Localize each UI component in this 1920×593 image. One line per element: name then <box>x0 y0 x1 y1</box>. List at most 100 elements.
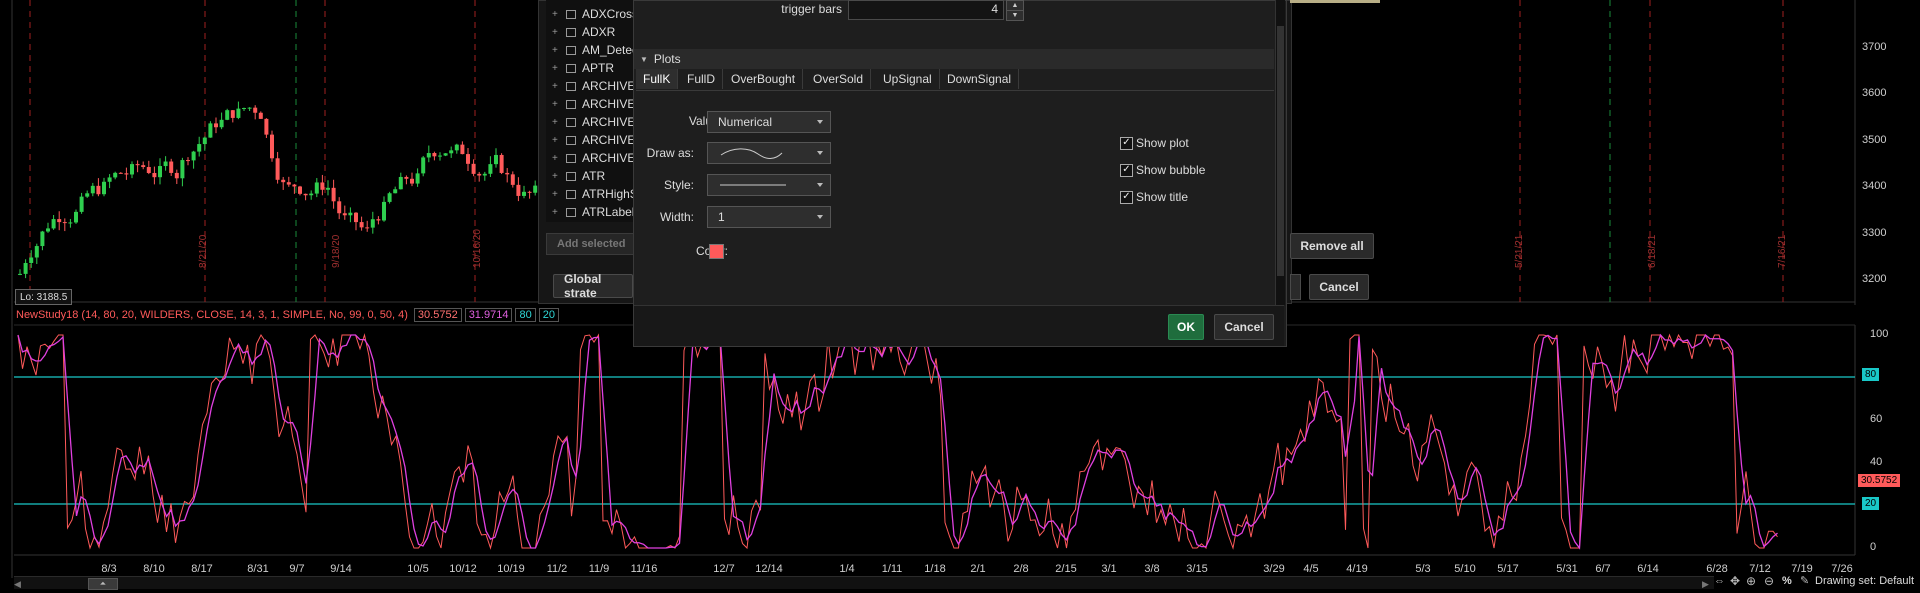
tab-overbought[interactable]: OverBought <box>724 69 804 89</box>
study-date-label: 1/4 <box>839 563 855 575</box>
values-select[interactable]: Numerical <box>707 111 831 133</box>
candle-body <box>499 154 504 173</box>
style-select[interactable] <box>707 174 831 196</box>
strategy-list-item[interactable]: + ADXR <box>552 23 615 41</box>
strategy-list-item[interactable]: + ARCHIVE_ <box>552 149 642 167</box>
study-date-label: 9/7 <box>289 563 305 575</box>
chevron-down-icon <box>817 151 823 155</box>
expand-plus-icon[interactable]: + <box>552 63 562 74</box>
add-selected-button[interactable]: Add selected <box>546 233 634 255</box>
candle-body <box>197 144 202 152</box>
show-title-label: Show title <box>1136 190 1189 204</box>
show-bubble-row[interactable]: ✓ Show bubble <box>1120 163 1205 177</box>
expand-plus-icon[interactable]: + <box>552 171 562 182</box>
bottom-scrollbar[interactable]: ◀ ⏶ ▶ <box>14 576 1714 590</box>
tab-upsignal[interactable]: UpSignal <box>876 69 940 89</box>
candle-body <box>29 257 34 263</box>
candle-body <box>326 187 330 190</box>
candle-body <box>68 222 73 224</box>
cancel-button[interactable]: Cancel <box>1214 314 1274 340</box>
strategies-cancel-button[interactable]: Cancel <box>1309 274 1369 300</box>
candle-body <box>242 108 246 110</box>
strategy-list-item[interactable]: + ARCHIVE_ <box>552 113 642 131</box>
partial-button[interactable] <box>1290 274 1301 300</box>
study-header[interactable]: NewStudy18 (14, 80, 20, WILDERS, CLOSE, … <box>16 307 559 323</box>
tab-fullk[interactable]: FullK <box>636 69 679 89</box>
tab-oversold[interactable]: OverSold <box>806 69 872 89</box>
candle-body <box>527 191 532 193</box>
candle-body <box>169 161 174 173</box>
draw-as-select[interactable] <box>707 142 831 164</box>
expand-plus-icon[interactable]: + <box>552 207 562 218</box>
expand-plus-icon[interactable]: + <box>552 153 562 164</box>
collapse-chevron-icon[interactable]: ▼ <box>640 55 648 64</box>
date-marker-label: 10/16/20 <box>472 229 483 268</box>
drawing-set-label[interactable]: Drawing set: Default <box>1815 575 1914 587</box>
stepper-down-icon[interactable]: ▼ <box>1006 10 1024 21</box>
zoom-in-icon[interactable]: ⊕ <box>1746 574 1756 588</box>
candle-body <box>298 186 302 194</box>
candle-body <box>34 246 39 258</box>
expand-plus-icon[interactable]: + <box>552 45 562 56</box>
study-axis-20-badge: 20 <box>1862 497 1880 510</box>
strategy-icon <box>566 153 576 163</box>
dialog-scrollbar[interactable] <box>1275 0 1285 305</box>
study-axis-0: 0 <box>1870 541 1877 553</box>
expand-plus-icon[interactable]: + <box>552 99 562 110</box>
percent-toggle[interactable]: % <box>1782 575 1792 587</box>
remove-all-button[interactable]: Remove all <box>1290 233 1374 259</box>
date-marker-label: 5/21/21 <box>1514 234 1525 268</box>
strategy-list-item[interactable]: + APTR <box>552 59 614 77</box>
study-date-label: 1/11 <box>881 563 903 575</box>
show-plot-row[interactable]: ✓ Show plot <box>1120 136 1189 150</box>
show-bubble-checkbox[interactable]: ✓ <box>1120 163 1133 177</box>
study-axis-80-badge: 80 <box>1862 368 1880 381</box>
show-title-checkbox[interactable]: ✓ <box>1120 190 1133 204</box>
strategy-list-item[interactable]: + ARCHIVE_ <box>552 77 642 95</box>
study-date-label: 11/9 <box>588 563 610 575</box>
expand-plus-icon[interactable]: + <box>552 27 562 38</box>
strategy-list-item[interactable]: + ADXCross <box>552 5 638 23</box>
expand-plus-icon[interactable]: + <box>552 117 562 128</box>
pan-icon[interactable]: ⇔ <box>1714 575 1725 587</box>
drawing-set-icon[interactable]: ✎ <box>1800 574 1809 587</box>
candle-body <box>225 110 230 120</box>
strategy-list-item[interactable]: + ARCHIVE_ <box>552 95 642 113</box>
zoom-out-icon[interactable]: ⊖ <box>1764 574 1774 588</box>
strategy-list-item[interactable]: + AM_Detec <box>552 41 638 59</box>
plots-section-header[interactable]: ▼ Plots <box>634 49 1274 69</box>
study-date-label: 12/7 <box>713 563 735 575</box>
strategy-list-item[interactable]: + ATR <box>552 167 605 185</box>
price-axis-label: 3700 <box>1862 41 1887 53</box>
scroll-right-arrow[interactable]: ▶ <box>1702 579 1709 590</box>
candle-body <box>387 193 392 202</box>
study-axis-40: 40 <box>1870 456 1883 468</box>
show-title-row[interactable]: ✓ Show title <box>1120 190 1188 204</box>
global-strategies-button[interactable]: Global strate <box>553 272 633 300</box>
candle-body <box>426 153 431 158</box>
candle-body <box>376 219 381 221</box>
scroll-thumb[interactable]: ⏶ <box>88 578 118 590</box>
expand-plus-icon[interactable]: + <box>552 189 562 200</box>
expand-plus-icon[interactable]: + <box>552 135 562 146</box>
ok-button[interactable]: OK <box>1168 314 1204 340</box>
strategy-list-item[interactable]: + ARCHIVE_ <box>552 131 642 149</box>
expand-plus-icon[interactable]: + <box>552 9 562 20</box>
scroll-left-arrow[interactable]: ◀ <box>14 579 21 590</box>
candle-body <box>292 184 297 187</box>
strategy-list-item[interactable]: + ATRLabels <box>552 203 640 221</box>
candle-body <box>494 154 498 165</box>
strategy-list-item[interactable]: + ATRHighS <box>552 185 638 203</box>
expand-plus-icon[interactable]: + <box>552 81 562 92</box>
tab-fulld[interactable]: FullD <box>680 69 724 89</box>
width-select[interactable]: 1 <box>707 206 831 228</box>
show-plot-checkbox[interactable]: ✓ <box>1120 136 1133 150</box>
move-icon[interactable]: ✥ <box>1730 574 1740 588</box>
candle-body <box>96 185 101 195</box>
tab-downsignal[interactable]: DownSignal <box>940 69 1020 89</box>
strategy-icon <box>566 189 576 199</box>
fulld-line <box>17 333 1778 550</box>
dialog-scroll-thumb[interactable] <box>1277 26 1284 276</box>
plot-color-swatch[interactable] <box>709 244 724 259</box>
study-axis-current-badge: 30.5752 <box>1858 474 1901 487</box>
